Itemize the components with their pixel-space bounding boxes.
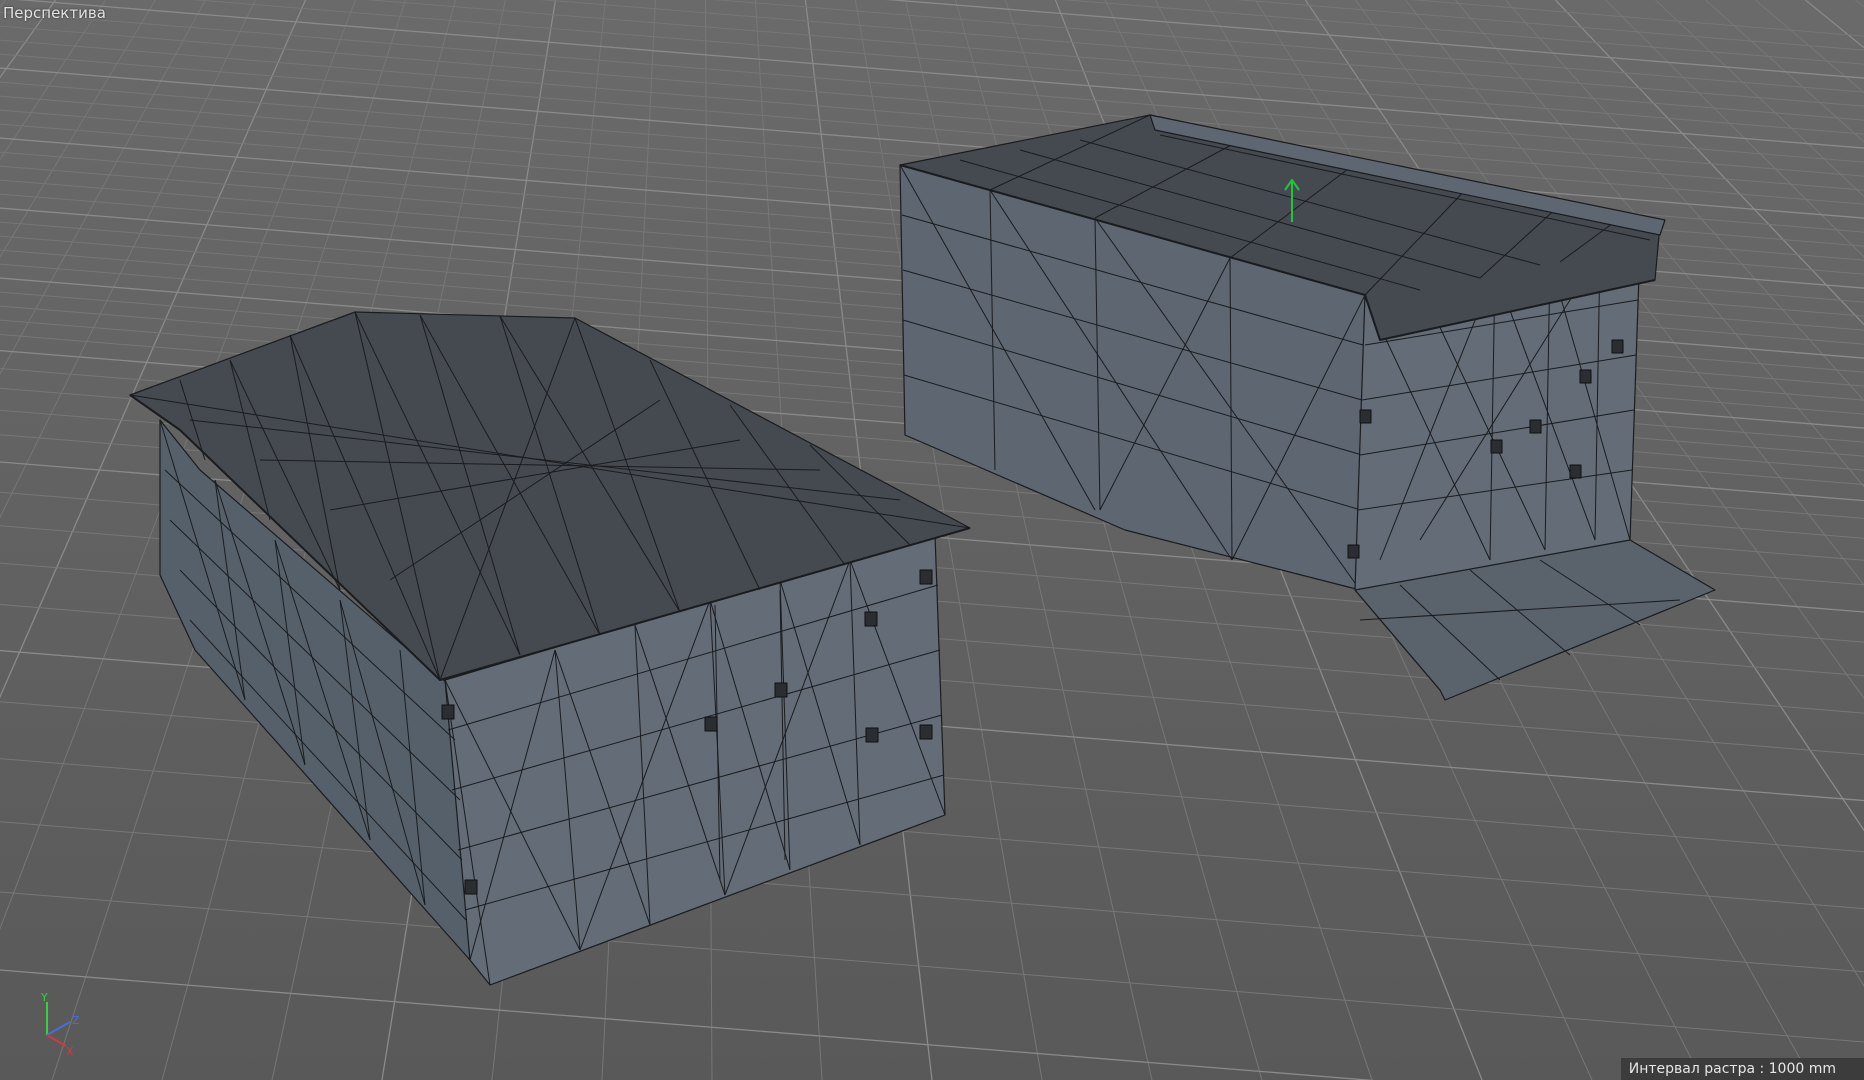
axis-x-label: X [66,1045,74,1058]
grid-spacing-status: Интервал растра : 1000 mm [1620,1058,1864,1080]
viewport-title[interactable]: Перспектива [3,4,106,22]
axis-y-label: Y [40,991,48,1004]
viewport-perspective[interactable]: Перспектива Y Z X Интервал растра : 1000… [0,0,1864,1080]
axis-gizmo-icon: Y Z X [40,991,80,1058]
axis-z-label: Z [72,1014,80,1027]
viewport-scene[interactable] [0,0,1864,1080]
